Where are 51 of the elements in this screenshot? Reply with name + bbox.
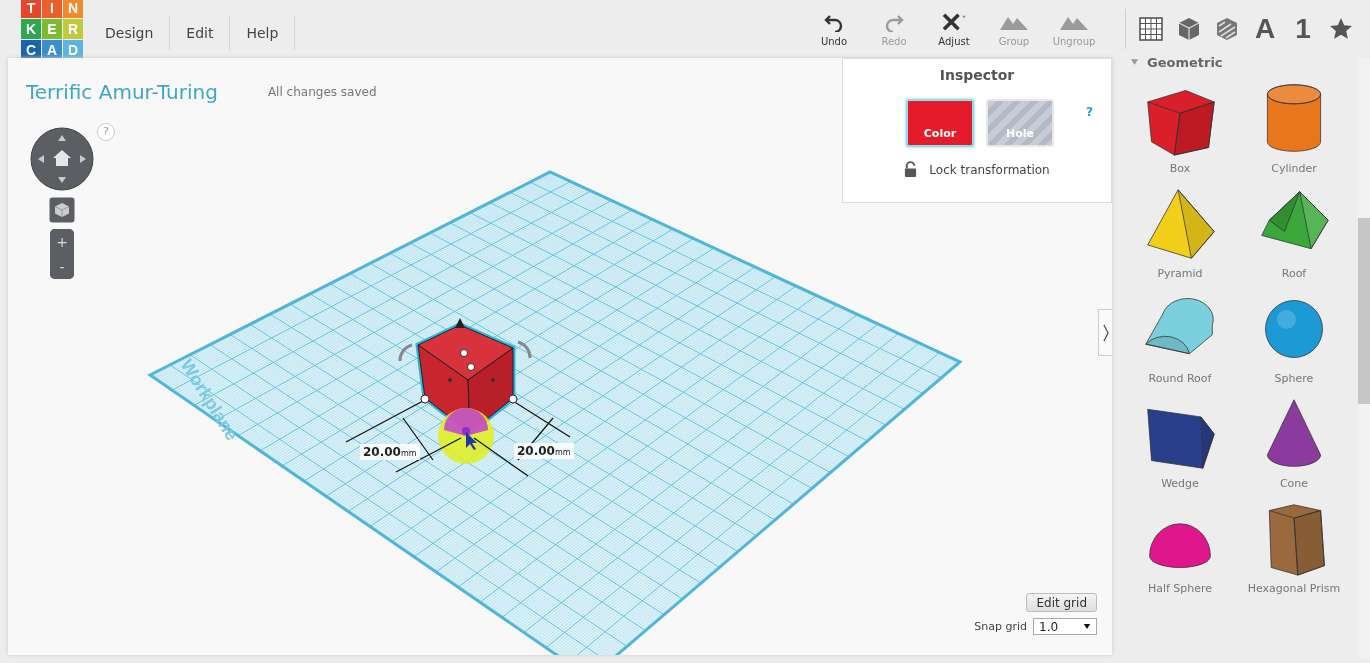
shape-label: Round Roof	[1148, 372, 1212, 385]
pan-control[interactable]	[30, 127, 94, 191]
shape-label: Cone	[1279, 477, 1309, 490]
logo-letter: R	[63, 19, 83, 39]
lock-label: Lock transformation	[929, 162, 1050, 177]
view-tool-button[interactable]: A	[1252, 13, 1278, 45]
cube-view-button[interactable]	[49, 197, 75, 223]
striped-cube-icon[interactable]	[1214, 16, 1240, 42]
logo-letter: A	[42, 40, 62, 60]
dimension-label[interactable]: 20.00mm	[514, 443, 574, 459]
cube-icon[interactable]	[1176, 16, 1202, 42]
shape-label: Hexagonal Prism	[1247, 582, 1341, 595]
logo-letter: C	[21, 40, 41, 60]
logo-letter: N	[63, 0, 83, 18]
logo-letter: I	[42, 0, 62, 18]
shape-label: Pyramid	[1157, 267, 1203, 280]
star-icon[interactable]	[1328, 16, 1354, 42]
toolbar-button[interactable]: Undo	[809, 11, 859, 47]
inspector-title: Inspector	[939, 67, 1015, 83]
corner-handle[interactable]	[420, 394, 430, 404]
corner-handle[interactable]	[508, 394, 518, 404]
logo-letter: K	[21, 19, 41, 39]
menu-item[interactable]: Help	[230, 16, 296, 50]
rotation-handle-drawing[interactable]	[438, 408, 494, 464]
toolbar-button[interactable]: Adjust	[929, 11, 979, 47]
shape-label: Half Sphere	[1147, 582, 1213, 595]
edit-grid-button[interactable]: Edit grid	[1026, 593, 1097, 612]
dropdown-arrow-icon[interactable]	[1083, 623, 1091, 630]
padlock-icon[interactable]	[904, 161, 918, 178]
view-tool-button[interactable]: 1	[1290, 13, 1316, 45]
logo-letter: D	[63, 40, 83, 60]
menu-item[interactable]: Edit	[170, 16, 231, 50]
collapse-panel-button[interactable]	[1098, 309, 1112, 356]
shape-label: Roof	[1281, 267, 1307, 280]
snap-grid-label: Snap grid	[974, 620, 1027, 633]
snap-grid-select[interactable]: 1.0	[1033, 618, 1097, 635]
menu-item[interactable]: Design	[89, 16, 171, 50]
dimension-label[interactable]: 20.00mm	[360, 444, 420, 460]
chevron-right-icon[interactable]	[1101, 322, 1110, 343]
shape-label: Sphere	[1274, 372, 1314, 385]
category-header[interactable]: Geometric	[1147, 54, 1223, 70]
shape-label: Box	[1169, 162, 1191, 175]
logo-letter: E	[42, 19, 62, 39]
grid-icon[interactable]	[1138, 16, 1164, 42]
shape-label: Wedge	[1161, 477, 1199, 490]
logo-letter: T	[21, 0, 41, 18]
rotate-arrow-icon[interactable]	[398, 340, 532, 363]
swatch-button[interactable]: Color	[906, 99, 974, 147]
save-status: All changes saved	[267, 85, 377, 99]
shape-label: Cylinder	[1271, 162, 1317, 175]
scrollbar[interactable]	[1358, 58, 1370, 658]
